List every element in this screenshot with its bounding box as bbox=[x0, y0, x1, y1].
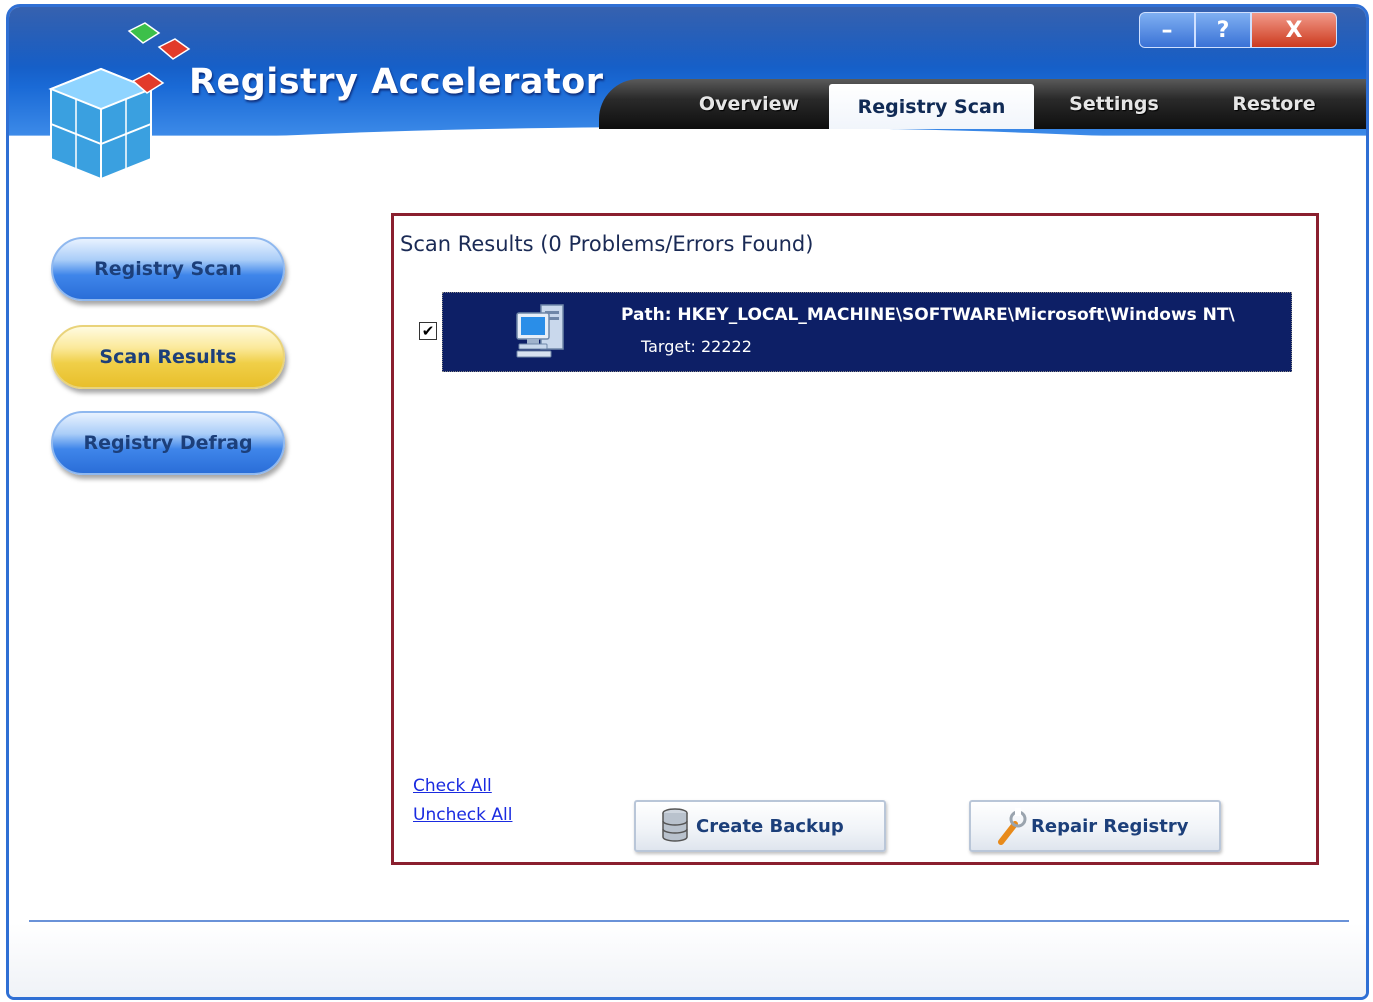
tab-settings[interactable]: Settings bbox=[1029, 79, 1199, 129]
tab-registry-scan[interactable]: Registry Scan bbox=[829, 84, 1034, 129]
tab-overview[interactable]: Overview bbox=[659, 79, 839, 129]
create-backup-button[interactable]: Create Backup bbox=[634, 800, 886, 852]
app-window: Registry Accelerator – ? X Overview Regi… bbox=[6, 4, 1369, 1000]
app-title: Registry Accelerator bbox=[189, 62, 604, 102]
sidebar-item-registry-defrag[interactable]: Registry Defrag bbox=[51, 411, 285, 475]
uncheck-all-link[interactable]: Uncheck All bbox=[413, 805, 512, 825]
sidebar-item-registry-scan[interactable]: Registry Scan bbox=[51, 237, 285, 301]
sidebar-item-scan-results[interactable]: Scan Results bbox=[51, 325, 285, 389]
repair-registry-label: Repair Registry bbox=[1031, 815, 1189, 837]
results-title: Scan Results (0 Problems/Errors Found) bbox=[400, 232, 814, 256]
help-button[interactable]: ? bbox=[1195, 12, 1251, 48]
result-row[interactable]: Path: HKEY_LOCAL_MACHINE\SOFTWARE\Micros… bbox=[442, 292, 1292, 372]
registry-cubes-logo-icon bbox=[48, 22, 191, 181]
tab-bar: Overview Registry Scan Settings Restore bbox=[599, 79, 1366, 129]
check-all-link[interactable]: Check All bbox=[413, 776, 492, 796]
row-target: Target: 22222 bbox=[641, 337, 752, 356]
database-icon bbox=[662, 808, 688, 842]
row-path: Path: HKEY_LOCAL_MACHINE\SOFTWARE\Micros… bbox=[621, 305, 1235, 325]
minimize-button[interactable]: – bbox=[1139, 12, 1195, 48]
row-checkbox[interactable]: ✔ bbox=[419, 322, 437, 340]
tab-restore[interactable]: Restore bbox=[1189, 79, 1359, 129]
footer-area bbox=[9, 923, 1366, 997]
wrench-icon bbox=[998, 808, 1027, 845]
repair-registry-button[interactable]: Repair Registry bbox=[969, 800, 1221, 852]
window-controls: – ? X bbox=[1139, 12, 1337, 52]
computer-icon bbox=[516, 304, 564, 358]
scan-results-panel: Scan Results (0 Problems/Errors Found) ✔… bbox=[391, 213, 1319, 865]
close-button[interactable]: X bbox=[1251, 12, 1337, 48]
footer-divider bbox=[29, 920, 1349, 922]
create-backup-label: Create Backup bbox=[696, 815, 844, 837]
